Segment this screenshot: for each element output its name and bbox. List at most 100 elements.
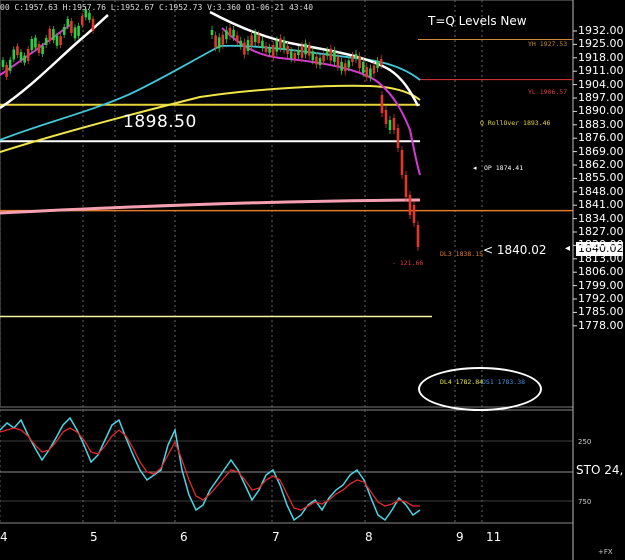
candle-body	[380, 95, 384, 113]
candle-body	[210, 30, 214, 35]
ohlc-header: 00 C:1957.63 H:1957.76 L:1952.67 C:1952.…	[0, 3, 314, 12]
candle-body	[62, 26, 66, 35]
candle-body	[282, 40, 286, 50]
candle-body	[80, 15, 84, 25]
candle-body	[225, 30, 228, 40]
candle-body	[315, 56, 318, 65]
candle-body	[354, 53, 358, 59]
candle-body	[376, 61, 379, 69]
candle-body	[412, 205, 416, 223]
footer-label: +FX	[598, 548, 613, 556]
price-callout: < 1840.02	[483, 243, 547, 257]
price-tick-label: 1799.00	[578, 278, 624, 292]
candle-body	[384, 110, 388, 124]
candle-body	[59, 36, 62, 46]
candle-body	[37, 43, 41, 53]
candle-body	[340, 61, 343, 71]
candle-body	[48, 28, 52, 41]
candle-body	[379, 59, 383, 66]
candle-body	[369, 68, 372, 78]
candle-body	[286, 45, 289, 54]
candle-body	[235, 35, 239, 42]
chart-title: T=Q Levels New	[428, 14, 527, 28]
level-label-op: OP 1874.41	[484, 164, 524, 172]
candle-body	[297, 50, 300, 56]
candle-body	[336, 56, 340, 67]
candle-body	[351, 55, 354, 62]
price-tick-label: 1778.00	[578, 318, 624, 332]
price-tick-label: 1848.00	[578, 184, 624, 198]
price-tick-label: 1932.00	[578, 24, 624, 37]
price-tick-label: 1785.00	[578, 305, 624, 319]
stoch-tick-upper: 250	[578, 438, 592, 446]
price-tick-label: 1855.00	[578, 171, 624, 185]
ma-cyan-line	[0, 44, 421, 141]
level-label-dl3: DL3 1838.15	[440, 250, 484, 258]
candle-body	[217, 37, 221, 49]
candle-body	[300, 45, 304, 58]
candle-body	[416, 225, 420, 247]
candle-body	[329, 48, 333, 61]
price-tick-label: 1792.00	[578, 292, 624, 305]
candle-body	[34, 37, 37, 48]
time-tick-label: 11	[486, 530, 502, 544]
candle-body	[253, 33, 257, 43]
candle-body	[70, 20, 73, 33]
price-tick-label: 1862.00	[578, 158, 624, 171]
price-tick-label: 1869.00	[578, 144, 624, 158]
level-label-q-rollover: Q RollOver 1893.46	[480, 119, 551, 127]
price-tick-label: 1834.00	[578, 211, 624, 225]
candle-body	[268, 47, 271, 53]
price-tick-label: 1911.00	[578, 64, 624, 78]
candle-body	[347, 60, 351, 68]
time-tick-label: 6	[180, 530, 188, 544]
candle-body	[221, 34, 225, 45]
time-tick-label: 5	[90, 530, 98, 544]
candle-body	[239, 40, 243, 46]
candle-body	[30, 39, 34, 51]
price-tick-label: 1883.00	[578, 117, 624, 131]
candle-body	[246, 39, 250, 51]
candle-body	[5, 64, 8, 77]
price-pointer-icon: ◂	[565, 243, 571, 254]
candle-body	[343, 63, 347, 72]
candle-body	[214, 35, 217, 48]
candle-body	[264, 45, 268, 52]
time-tick-label: 7	[272, 530, 280, 544]
op-marker-icon: ◂	[473, 164, 477, 172]
chart-canvas	[0, 0, 577, 560]
candle-body	[91, 18, 95, 31]
candle-body	[26, 48, 30, 61]
candle-body	[279, 38, 282, 49]
candle-body	[307, 45, 311, 56]
candle-body	[73, 27, 77, 39]
candle-body	[325, 50, 329, 56]
price-tick-label: 1897.00	[578, 91, 624, 104]
candle-body	[293, 52, 297, 59]
candle-body	[52, 29, 55, 41]
price-tick-label: 1806.00	[578, 265, 624, 279]
candle-body	[12, 49, 16, 60]
candle-body	[361, 61, 365, 73]
price-tick-label: 1827.00	[578, 225, 624, 238]
candle-body	[243, 42, 246, 55]
price-tick-label: 1876.00	[578, 131, 624, 145]
candle-body	[304, 43, 307, 55]
ma-magenta-line	[0, 24, 421, 176]
candle-body	[400, 150, 404, 175]
candle-body	[77, 25, 80, 36]
level-label-range: - 121.66	[392, 259, 424, 267]
price-tick-label: 1925.00	[578, 37, 624, 51]
time-tick-label: 4	[0, 530, 8, 544]
candle-body	[311, 51, 315, 61]
candle-body	[23, 55, 26, 63]
candle-body	[228, 27, 232, 36]
candle-body	[41, 46, 44, 55]
candle-body	[1, 60, 5, 67]
stoch-fast-line	[0, 416, 421, 522]
candle-body	[271, 45, 275, 58]
price-tick-label: 1918.00	[578, 50, 624, 64]
candle-body	[261, 40, 264, 48]
big-level-label: 1898.50	[123, 112, 197, 132]
candle-body	[358, 56, 361, 69]
